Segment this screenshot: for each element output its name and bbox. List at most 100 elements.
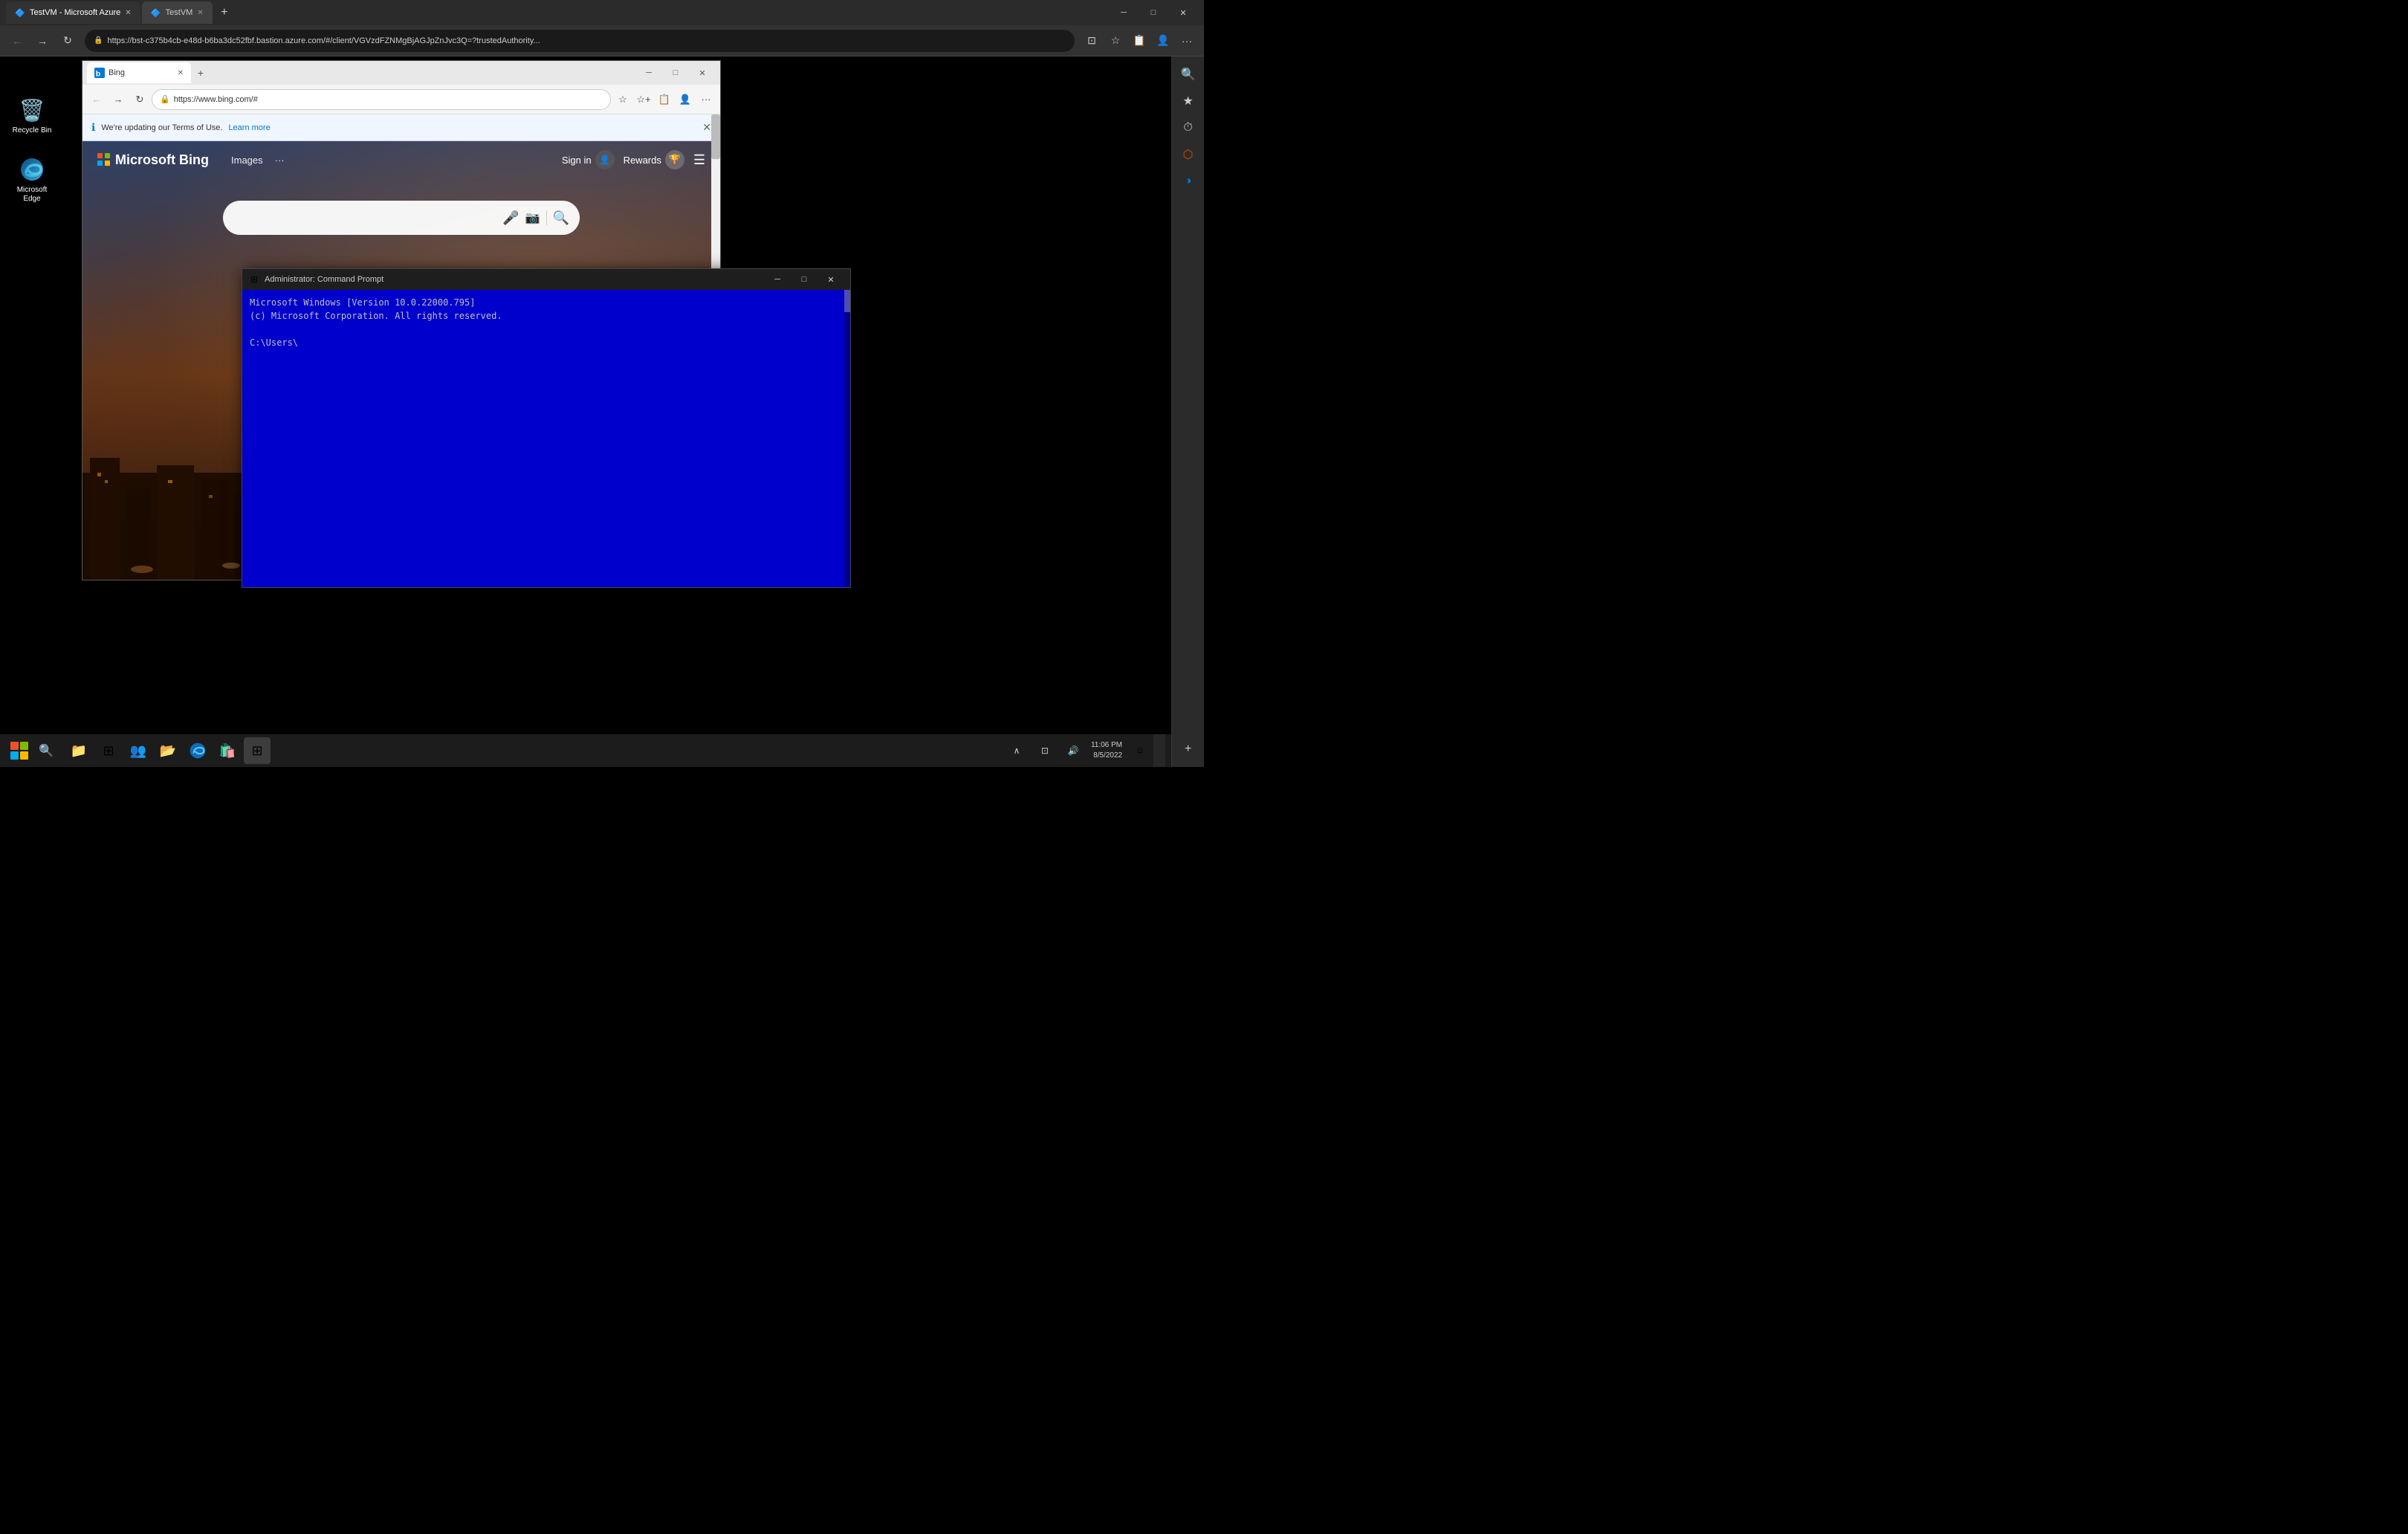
favorites-button[interactable]: ☆ (1104, 30, 1127, 52)
rewards-text: Rewards (624, 155, 661, 166)
vm-address-bar[interactable]: 🔒 https://www.bing.com/# (152, 89, 611, 110)
vm-favorites-star[interactable]: ☆ (613, 90, 632, 109)
sidebar-outlook-icon[interactable]: ◑ (1177, 169, 1200, 193)
volume-icon[interactable]: 🔊 (1060, 737, 1087, 764)
vm-close-button[interactable]: ✕ (689, 61, 716, 85)
notification-center[interactable]: ⊡ (1127, 737, 1153, 764)
host-maximize-button[interactable]: □ (1139, 0, 1168, 25)
taskbar-store[interactable]: 🛍️ (214, 737, 241, 764)
host-tab-1[interactable]: 🔷 TestVM - Microsoft Azure ✕ (6, 1, 140, 24)
taskbar-search-button[interactable]: 🔍 (33, 737, 59, 764)
recycle-bin-image: 🗑️ (19, 97, 45, 123)
svg-text:b: b (96, 69, 100, 78)
vm-edge-toolbar: ← → ↻ 🔒 https://www.bing.com/# ☆ ☆+ 📋 👤 (82, 85, 720, 114)
rewards-icon: 🏆 (665, 150, 684, 169)
cmd-minimize-button[interactable]: ─ (764, 269, 791, 290)
show-desktop-button[interactable] (1153, 734, 1165, 767)
show-hidden-icons[interactable]: ∧ (1003, 737, 1030, 764)
host-browser: 🔷 TestVM - Microsoft Azure ✕ 🔷 TestVM ✕ … (0, 0, 1204, 767)
signin-text: Sign in (562, 155, 592, 166)
vm-restore-button[interactable]: □ (662, 61, 689, 85)
bing-logo-text: Microsoft Bing (115, 152, 209, 168)
notification-close[interactable]: ✕ (702, 121, 711, 134)
bing-signin-button[interactable]: Sign in 👤 (562, 150, 615, 169)
tab-favicon-2: 🔷 (151, 7, 161, 18)
bing-notification: ℹ We're updating our Terms of Use. Learn… (82, 114, 720, 141)
host-minimize-button[interactable]: ─ (1109, 0, 1139, 25)
logo-sq-green (20, 742, 28, 750)
vm-back-button[interactable]: ← (87, 90, 106, 109)
bing-search-box[interactable]: 🎤 📷 🔍 (223, 201, 580, 235)
host-tab-2[interactable]: 🔷 TestVM ✕ (142, 1, 213, 24)
search-icon[interactable]: 🔍 (553, 210, 569, 226)
tab-close-1[interactable]: ✕ (125, 9, 131, 17)
address-bar[interactable]: 🔒 https://bst-c375b4cb-e48d-b6ba3dc52fbf… (85, 30, 1075, 52)
vm-forward-button[interactable]: → (109, 90, 128, 109)
new-tab-button[interactable]: + (214, 2, 235, 23)
vm-edge-titlebar: b Bing ✕ + ─ □ ✕ (82, 61, 720, 85)
cmd-close-button[interactable]: ✕ (818, 269, 844, 290)
cmd-titlebar: ⊞ Administrator: Command Prompt ─ □ ✕ (242, 269, 850, 290)
refresh-button[interactable]: ↻ (56, 30, 79, 52)
vm-new-tab-button[interactable]: + (191, 63, 210, 82)
vm-refresh-button[interactable]: ↻ (130, 90, 149, 109)
bing-search-container: 🎤 📷 🔍 (82, 201, 720, 235)
vm-favorites-add[interactable]: ☆+ (634, 90, 653, 109)
cmd-maximize-button[interactable]: □ (791, 269, 818, 290)
cmd-content: Microsoft Windows [Version 10.0.22000.79… (242, 290, 850, 587)
back-button[interactable]: ← (6, 30, 28, 52)
host-titlebar: 🔷 TestVM - Microsoft Azure ✕ 🔷 TestVM ✕ … (0, 0, 1204, 25)
bing-images-link[interactable]: Images (231, 155, 263, 166)
sidebar-favorites-icon[interactable]: ★ (1177, 89, 1200, 113)
vm-profile[interactable]: 👤 (676, 90, 695, 109)
cmd-icon: ⊞ (248, 274, 260, 285)
bing-tab[interactable]: b Bing ✕ (87, 62, 191, 83)
taskbar-teams[interactable]: 👥 (125, 737, 152, 764)
vm-tb-right: ☆ ☆+ 📋 👤 ··· (613, 90, 716, 109)
taskbar-file-manager[interactable]: 📂 (155, 737, 181, 764)
edge-sidebar: 🔍 ★ ⏱ ⬡ ◑ + (1171, 56, 1204, 767)
bing-hamburger-button[interactable]: ☰ (693, 152, 705, 168)
edge-icon[interactable]: Microsoft Edge (6, 153, 58, 207)
tab-close-2[interactable]: ✕ (197, 9, 203, 17)
taskbar-edge[interactable] (184, 737, 211, 764)
info-icon: ℹ (91, 121, 95, 134)
taskbar-widgets[interactable]: ⊞ (95, 737, 122, 764)
sidebar-add-button[interactable]: + (1177, 737, 1200, 761)
search-divider (546, 210, 547, 225)
bing-rewards-button[interactable]: Rewards 🏆 (624, 150, 684, 169)
sidebar-office-icon[interactable]: ⬡ (1177, 143, 1200, 166)
cmd-window: ⊞ Administrator: Command Prompt ─ □ ✕ Mi… (242, 268, 851, 588)
mic-icon[interactable]: 🎤 (502, 210, 519, 226)
vm-minimize-button[interactable]: ─ (635, 61, 662, 85)
sidebar-history-icon[interactable]: ⏱ (1177, 116, 1200, 140)
settings-button[interactable]: ··· (1176, 30, 1198, 52)
logo-sq-blue (10, 751, 19, 760)
vm-collections[interactable]: 📋 (655, 90, 674, 109)
network-icon[interactable]: ⊡ (1032, 737, 1058, 764)
vm-settings-menu[interactable]: ··· (696, 90, 716, 109)
taskbar-file-explorer[interactable]: 📁 (65, 737, 92, 764)
bing-search-input[interactable] (233, 212, 496, 224)
taskbar-clock[interactable]: 11:06 PM 8/5/2022 (1087, 740, 1127, 761)
sidebar-search-icon[interactable]: 🔍 (1177, 62, 1200, 86)
bing-tab-close[interactable]: ✕ (178, 69, 184, 77)
vm-desktop: 🗑️ Recycle Bin (0, 56, 1171, 767)
start-button[interactable] (6, 737, 33, 764)
profile-button[interactable]: 👤 (1152, 30, 1174, 52)
tab-label-2: TestVM (166, 8, 193, 17)
camera-icon[interactable]: 📷 (525, 210, 540, 225)
vm-taskbar: 🔍 📁 ⊞ 👥 📂 🛍️ ⊞ (0, 734, 1171, 767)
forward-button[interactable]: → (31, 30, 54, 52)
host-close-button[interactable]: ✕ (1168, 0, 1198, 25)
learn-more-link[interactable]: Learn more (228, 123, 270, 132)
collections-button[interactable]: 📋 (1128, 30, 1150, 52)
cmd-scrollbar[interactable] (844, 290, 850, 587)
cmd-line-1: Microsoft Windows [Version 10.0.22000.79… (250, 296, 843, 309)
bing-more-menu[interactable]: ··· (275, 155, 285, 166)
cmd-scrollbar-thumb[interactable] (844, 290, 850, 312)
cmd-line-2: (c) Microsoft Corporation. All rights re… (250, 309, 843, 323)
split-tab-button[interactable]: ⊡ (1081, 30, 1103, 52)
recycle-bin-icon[interactable]: 🗑️ Recycle Bin (6, 94, 58, 138)
taskbar-cmd[interactable]: ⊞ (244, 737, 271, 764)
